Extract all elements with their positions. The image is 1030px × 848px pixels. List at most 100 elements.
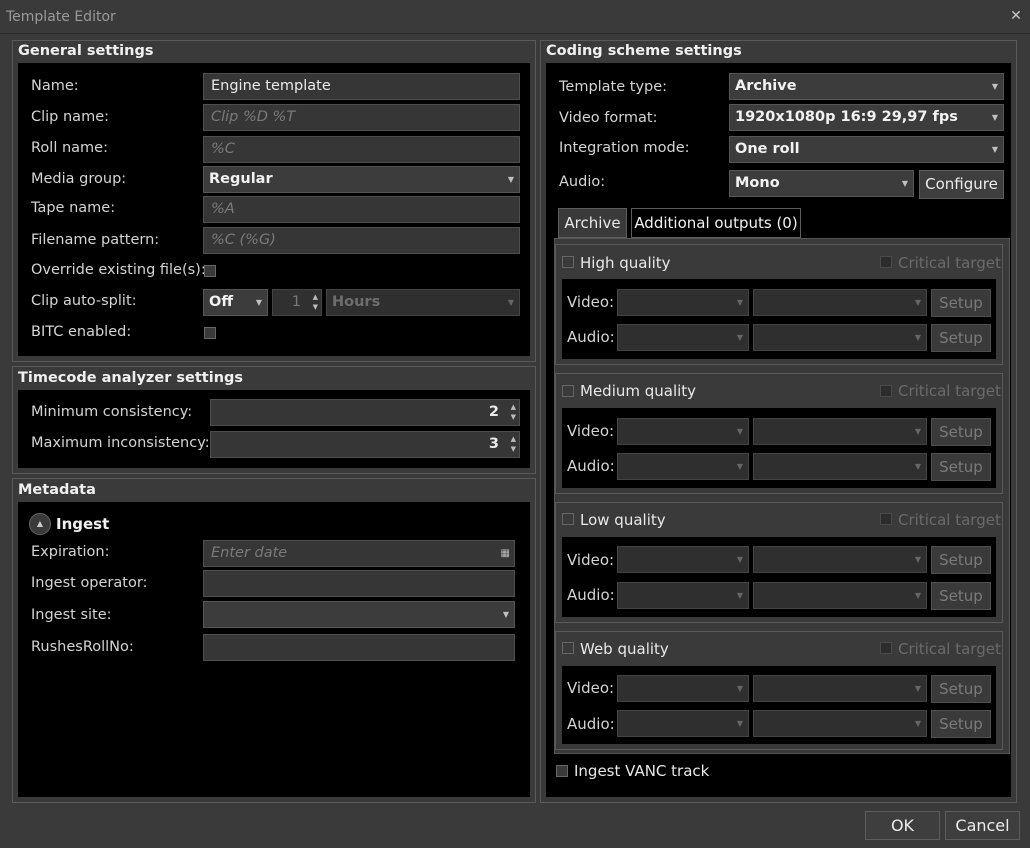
- medium-quality-checkbox[interactable]: [562, 385, 574, 397]
- medium-audio-profile-dropdown[interactable]: ▼: [753, 453, 927, 480]
- medium-video-codec-dropdown[interactable]: ▼: [617, 418, 749, 445]
- chevron-down-icon: ▼: [914, 719, 921, 728]
- high-audio-label: Audio:: [567, 328, 615, 346]
- web-video-codec-dropdown[interactable]: ▼: [617, 675, 749, 702]
- close-icon[interactable]: ✕: [1008, 8, 1024, 24]
- spin-arrows-icon: ▲ ▼: [510, 403, 516, 421]
- low-quality-label: Low quality: [580, 511, 666, 529]
- chevron-down-icon: ▼: [736, 462, 743, 471]
- high-critical-checkbox[interactable]: [880, 256, 892, 268]
- bitc-enabled-label: BITC enabled:: [31, 324, 132, 340]
- chevron-down-icon: ▼: [901, 179, 908, 188]
- medium-critical-checkbox[interactable]: [880, 385, 892, 397]
- chevron-down-icon: ▼: [736, 684, 743, 693]
- chevron-down-icon: ▼: [736, 298, 743, 307]
- configure-button[interactable]: Configure: [919, 170, 1004, 199]
- max-inconsistency-value: 3: [488, 436, 499, 452]
- low-audio-profile-dropdown[interactable]: ▼: [753, 582, 927, 609]
- high-video-profile-dropdown[interactable]: ▼: [753, 289, 927, 316]
- low-video-codec-dropdown[interactable]: ▼: [617, 546, 749, 573]
- tape-name-label: Tape name:: [31, 200, 116, 216]
- high-quality-checkbox[interactable]: [562, 256, 574, 268]
- web-audio-setup-button[interactable]: Setup: [931, 710, 991, 738]
- integration-mode-dropdown[interactable]: One roll ▼: [729, 136, 1004, 163]
- medium-video-profile-dropdown[interactable]: ▼: [753, 418, 927, 445]
- high-audio-codec-dropdown[interactable]: ▼: [617, 324, 749, 351]
- chevron-down-icon: ▼: [914, 684, 921, 693]
- web-video-profile-dropdown[interactable]: ▼: [753, 675, 927, 702]
- web-quality-checkbox[interactable]: [562, 642, 574, 654]
- media-group-label: Media group:: [31, 171, 127, 187]
- tape-name-field[interactable]: %A: [203, 196, 520, 223]
- web-video-setup-button[interactable]: Setup: [931, 675, 991, 703]
- audio-value: Mono: [735, 175, 780, 191]
- clip-auto-split-label: Clip auto-split:: [31, 293, 137, 309]
- chevron-down-icon: ▼: [736, 555, 743, 564]
- split-count-stepper[interactable]: 1 ▲ ▼: [272, 289, 322, 316]
- chevron-down-icon: ▼: [991, 82, 998, 91]
- low-quality-checkbox[interactable]: [562, 513, 574, 525]
- expiration-placeholder: Enter date: [211, 545, 288, 561]
- high-video-setup-button[interactable]: Setup: [931, 289, 991, 317]
- bitc-enabled-checkbox[interactable]: [204, 327, 216, 339]
- filename-pattern-field[interactable]: %C (%G): [203, 227, 520, 254]
- ingest-site-label: Ingest site:: [31, 607, 112, 623]
- ingest-site-dropdown[interactable]: ▼: [203, 601, 515, 628]
- web-critical-checkbox[interactable]: [880, 642, 892, 654]
- medium-critical-label: Critical target: [898, 382, 1001, 400]
- calendar-icon[interactable]: ▦: [501, 541, 510, 566]
- medium-audio-setup-button[interactable]: Setup: [931, 453, 991, 481]
- min-consistency-value: 2: [488, 404, 499, 420]
- video-format-value: 1920x1080p 16:9 29,97 fps: [735, 109, 958, 125]
- low-critical-checkbox[interactable]: [880, 513, 892, 525]
- web-audio-codec-dropdown[interactable]: ▼: [617, 710, 749, 737]
- web-audio-label: Audio:: [567, 715, 615, 733]
- clip-name-field[interactable]: Clip %D %T: [203, 104, 520, 131]
- chevron-down-icon: ▼: [914, 555, 921, 564]
- ingest-operator-field[interactable]: [203, 570, 515, 597]
- video-format-dropdown[interactable]: 1920x1080p 16:9 29,97 fps ▼: [729, 104, 1004, 131]
- video-format-label: Video format:: [559, 110, 658, 126]
- split-unit-dropdown[interactable]: Hours ▼: [326, 289, 520, 316]
- low-audio-setup-button[interactable]: Setup: [931, 582, 991, 610]
- low-audio-codec-dropdown[interactable]: ▼: [617, 582, 749, 609]
- high-critical-label: Critical target: [898, 254, 1001, 272]
- expiration-date-field[interactable]: Enter date ▦: [203, 540, 515, 567]
- high-audio-setup-button[interactable]: Setup: [931, 324, 991, 352]
- ingest-vanc-checkbox[interactable]: [556, 765, 568, 777]
- ingest-section-label: Ingest: [56, 515, 110, 533]
- web-audio-profile-dropdown[interactable]: ▼: [753, 710, 927, 737]
- chevron-down-icon: ▼: [736, 719, 743, 728]
- tab-archive[interactable]: Archive: [558, 208, 627, 238]
- name-label: Name:: [31, 78, 79, 94]
- template-type-dropdown[interactable]: Archive ▼: [729, 73, 1004, 100]
- ok-button[interactable]: OK: [865, 811, 940, 840]
- chevron-down-icon: ▼: [914, 591, 921, 600]
- rushes-roll-field[interactable]: [203, 634, 515, 661]
- split-count-value: 1: [291, 294, 301, 310]
- low-video-setup-button[interactable]: Setup: [931, 546, 991, 574]
- chevron-down-icon: ▼: [991, 145, 998, 154]
- web-video-label: Video:: [567, 679, 615, 697]
- low-video-profile-dropdown[interactable]: ▼: [753, 546, 927, 573]
- filename-pattern-label: Filename pattern:: [31, 232, 160, 248]
- max-inconsistency-stepper[interactable]: 3 ▲ ▼: [210, 431, 520, 458]
- override-files-checkbox[interactable]: [204, 265, 216, 277]
- high-audio-profile-dropdown[interactable]: ▼: [753, 324, 927, 351]
- split-mode-dropdown[interactable]: Off ▼: [203, 289, 268, 316]
- ingest-operator-label: Ingest operator:: [31, 575, 148, 591]
- media-group-dropdown[interactable]: Regular ▼: [203, 166, 520, 193]
- media-group-value: Regular: [209, 171, 273, 187]
- low-video-label: Video:: [567, 551, 615, 569]
- roll-name-field[interactable]: %C: [203, 136, 520, 163]
- split-mode-value: Off: [209, 294, 234, 310]
- medium-video-setup-button[interactable]: Setup: [931, 418, 991, 446]
- collapse-ingest-icon[interactable]: ▲: [29, 513, 51, 535]
- medium-audio-codec-dropdown[interactable]: ▼: [617, 453, 749, 480]
- min-consistency-stepper[interactable]: 2 ▲ ▼: [210, 399, 520, 426]
- cancel-button[interactable]: Cancel: [945, 811, 1020, 840]
- tab-additional-outputs[interactable]: Additional outputs (0): [631, 208, 801, 238]
- high-video-codec-dropdown[interactable]: ▼: [617, 289, 749, 316]
- audio-dropdown[interactable]: Mono ▼: [729, 170, 914, 197]
- name-field[interactable]: Engine template: [203, 73, 520, 100]
